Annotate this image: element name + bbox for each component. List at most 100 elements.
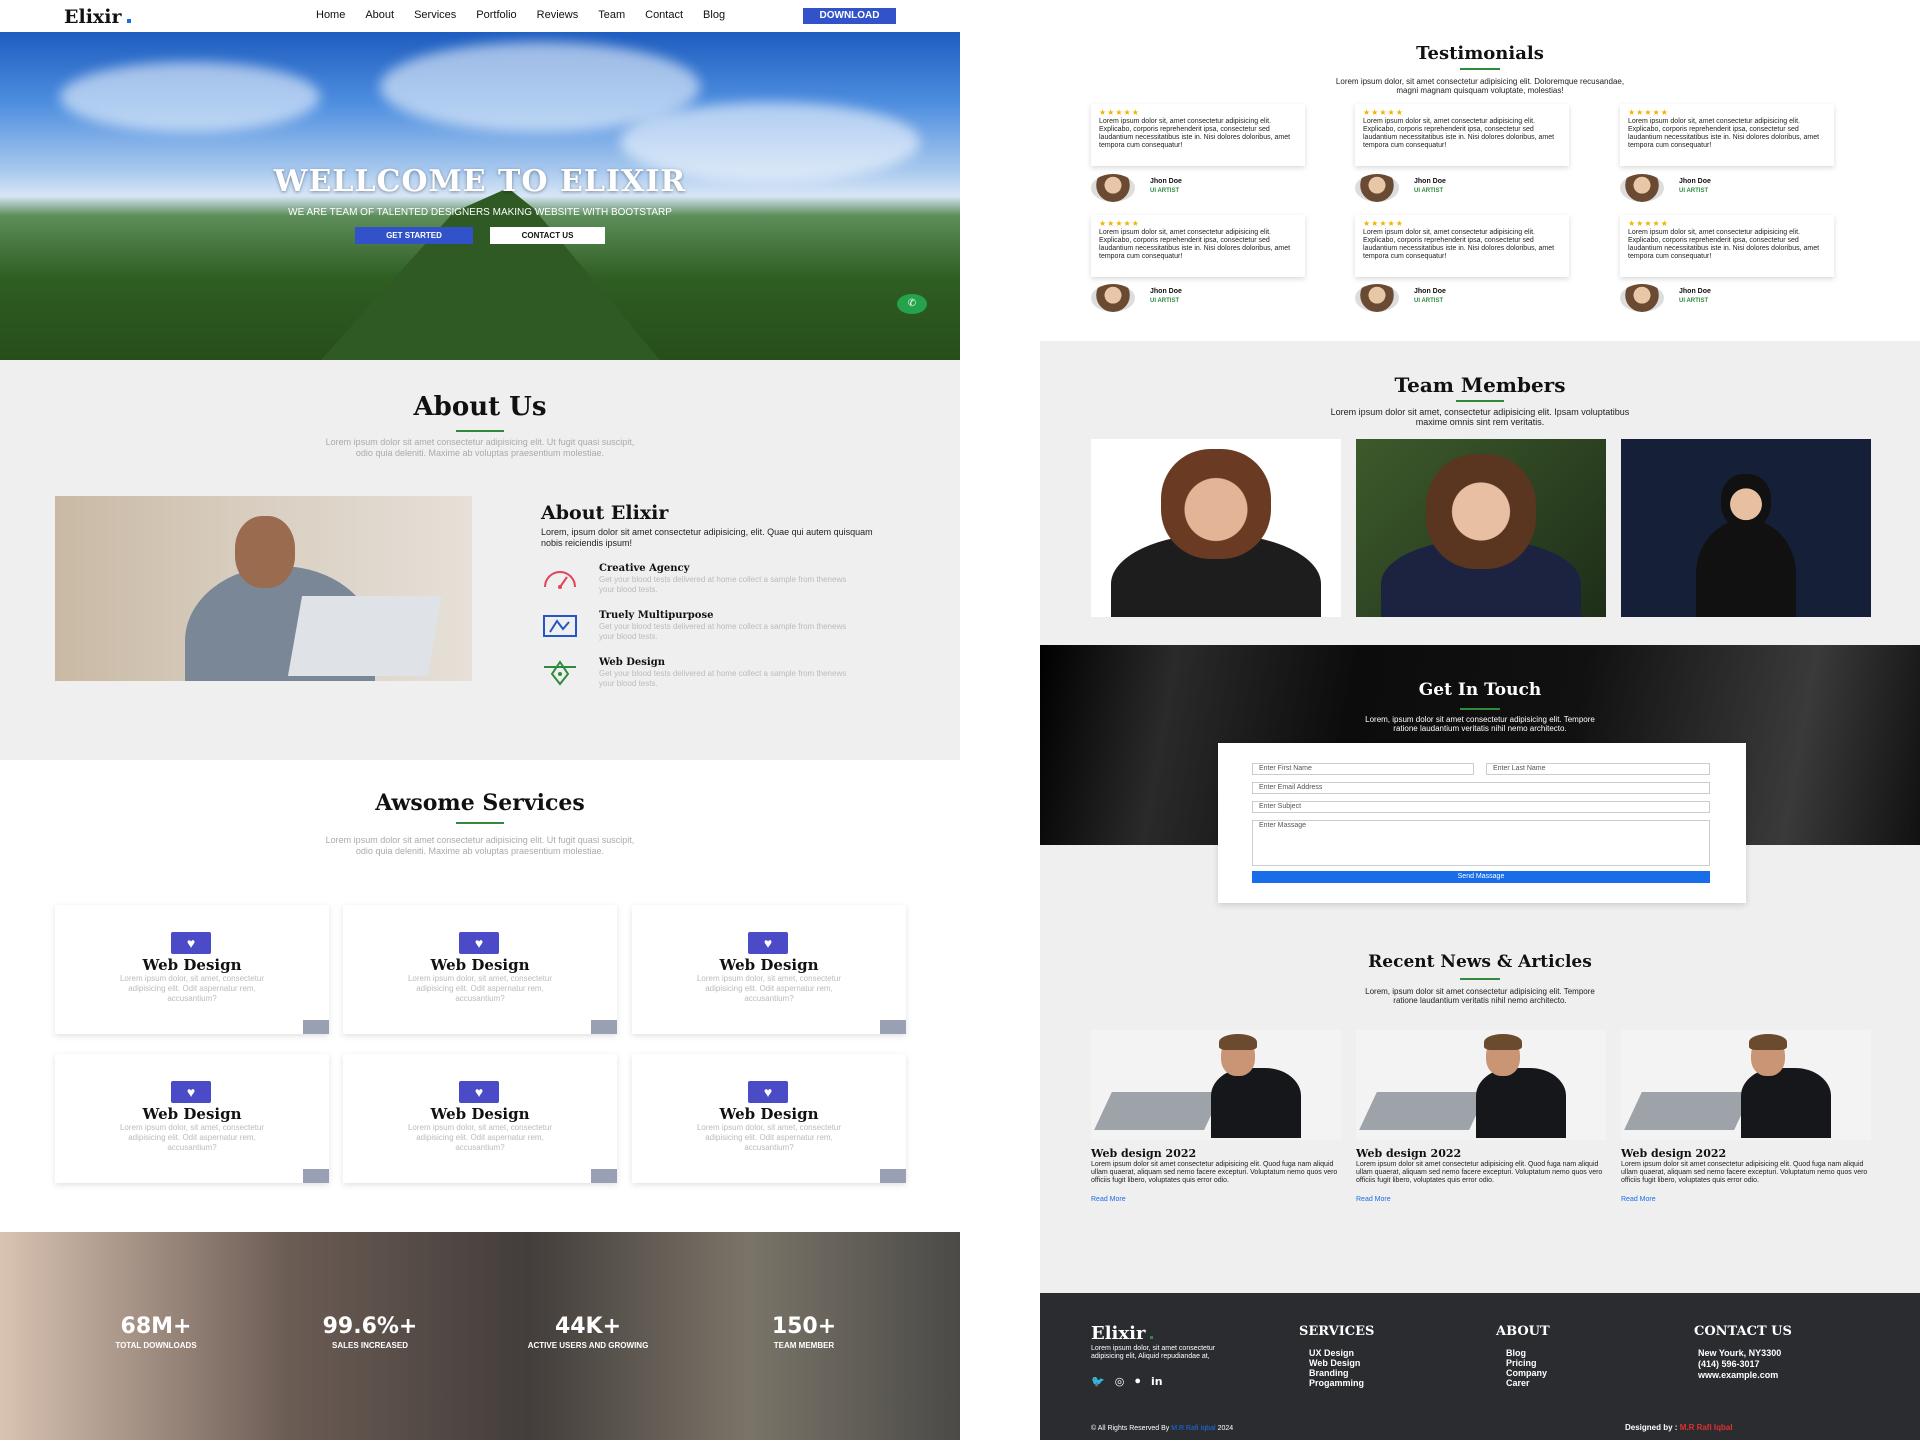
service-card[interactable]: ♥ Web Design Lorem ipsum dolor, sit amet… xyxy=(343,905,617,1034)
news-desc: Lorem, ipsum dolor sit amet consectetur … xyxy=(1365,987,1595,1005)
nav-link-about[interactable]: About xyxy=(365,9,394,21)
team-member-photo[interactable] xyxy=(1621,439,1871,617)
footer-services-heading: SERVICES xyxy=(1299,1324,1375,1339)
read-more-link[interactable]: Read More xyxy=(1621,1196,1656,1203)
footer-link[interactable]: Progamming xyxy=(1309,1378,1364,1388)
service-card[interactable]: ♥ Web Design Lorem ipsum dolor, sit amet… xyxy=(343,1054,617,1183)
feature-desc: Get your blood tests delivered at home c… xyxy=(599,622,847,641)
footer-about-list: Blog Pricing Company Carer xyxy=(1506,1348,1547,1388)
get-started-button[interactable]: GET STARTED xyxy=(355,227,473,244)
service-card[interactable]: ♥ Web Design Lorem ipsum dolor, sit amet… xyxy=(632,1054,906,1183)
nav-link-contact[interactable]: Contact xyxy=(645,9,683,21)
footer-link[interactable]: UX Design xyxy=(1309,1348,1364,1358)
photo-person-head xyxy=(1161,449,1271,559)
instagram-icon[interactable]: ◎ xyxy=(1115,1375,1125,1388)
service-card[interactable]: ♥ Web Design Lorem ipsum dolor, sit amet… xyxy=(55,905,329,1034)
avatar xyxy=(1355,174,1399,202)
feature-item: Web Design Get your blood tests delivere… xyxy=(541,657,881,693)
hero-mountain xyxy=(310,188,670,360)
testimonial-text: Lorem ipsum dolor sit, amet consectetur … xyxy=(1363,118,1555,149)
footer-contact-heading: CONTACT US xyxy=(1694,1324,1792,1339)
photo-person-hair xyxy=(1219,1034,1257,1050)
contact-form: Enter First Name Enter Last Name Enter E… xyxy=(1218,743,1746,903)
designed-by: Designed by : M.R Rafi Iqbal xyxy=(1625,1423,1733,1432)
service-card[interactable]: ♥ Web Design Lorem ipsum dolor, sit amet… xyxy=(55,1054,329,1183)
services-section: Awsome Services Lorem ipsum dolor sit am… xyxy=(0,760,960,1232)
news-title: Recent News & Articles xyxy=(1368,952,1592,972)
last-name-input[interactable]: Enter Last Name xyxy=(1486,763,1710,775)
testimonial-role: UI ARTIST xyxy=(1679,298,1709,304)
read-more-link[interactable]: Read More xyxy=(1356,1196,1391,1203)
card-corner-accent xyxy=(880,1020,906,1034)
stat-value: 99.6%+ xyxy=(322,1314,418,1339)
main-menu: Home About Services Portfolio Reviews Te… xyxy=(316,9,745,21)
copyright-author-link[interactable]: M.R Rafi Iqbal xyxy=(1171,1425,1215,1432)
read-more-link[interactable]: Read More xyxy=(1091,1196,1126,1203)
footer-link[interactable]: Pricing xyxy=(1506,1358,1547,1368)
nav-link-portfolio[interactable]: Portfolio xyxy=(476,9,516,21)
message-textarea[interactable]: Enter Massage xyxy=(1252,820,1710,866)
brand-logo[interactable]: Elixir xyxy=(64,6,132,28)
whatsapp-icon[interactable]: ✆ xyxy=(897,294,927,314)
news-card-title: Web design 2022 xyxy=(1356,1147,1462,1160)
footer-address: New Yourk, NY3300 xyxy=(1698,1348,1782,1358)
feature-desc: Get your blood tests delivered at home c… xyxy=(599,575,847,594)
services-title: Awsome Services xyxy=(375,790,585,816)
designer-link[interactable]: M.R Rafi Iqbal xyxy=(1680,1423,1733,1432)
avatar xyxy=(1091,284,1135,312)
heart-icon: ♥ xyxy=(459,932,499,954)
service-card-desc: Lorem ipsum dolor, sit amet, consectetur… xyxy=(696,1123,842,1152)
subject-input[interactable]: Enter Subject xyxy=(1252,801,1710,813)
github-icon[interactable]: ● xyxy=(1134,1375,1141,1388)
nav-link-team[interactable]: Team xyxy=(598,9,625,21)
hero-title: WELLCOME TO ELIXIR xyxy=(273,164,687,199)
photo-desk xyxy=(55,681,472,700)
nav-link-blog[interactable]: Blog xyxy=(703,9,725,21)
footer-website[interactable]: www.example.com xyxy=(1698,1370,1781,1381)
testimonial-role: UI ARTIST xyxy=(1150,188,1180,194)
title-underline xyxy=(1460,68,1500,70)
footer-link[interactable]: Branding xyxy=(1309,1368,1364,1378)
footer-phone[interactable]: (414) 596-3017 xyxy=(1698,1359,1781,1370)
footer-link[interactable]: Blog xyxy=(1506,1348,1547,1358)
nav-link-home[interactable]: Home xyxy=(316,9,345,21)
card-corner-accent xyxy=(303,1020,329,1034)
service-card-title: Web Design xyxy=(142,1105,242,1123)
twitter-icon[interactable]: 🐦 xyxy=(1091,1375,1105,1388)
testimonial-card: ★★★★★ Lorem ipsum dolor sit, amet consect… xyxy=(1620,215,1834,277)
team-member-photo[interactable] xyxy=(1356,439,1606,617)
photo-person-head xyxy=(1426,454,1536,569)
service-card-desc: Lorem ipsum dolor, sit amet, consectetur… xyxy=(119,974,265,1003)
photo-person-body xyxy=(1211,1068,1301,1138)
contact-us-button[interactable]: CONTACT US xyxy=(490,227,605,244)
title-underline xyxy=(456,430,504,432)
footer-logo[interactable]: Elixir xyxy=(1091,1323,1154,1344)
footer-link[interactable]: Company xyxy=(1506,1368,1547,1378)
send-message-button[interactable]: Send Massage xyxy=(1252,871,1710,883)
service-card[interactable]: ♥ Web Design Lorem ipsum dolor, sit amet… xyxy=(632,905,906,1034)
team-member-photo[interactable] xyxy=(1091,439,1341,617)
heart-icon: ♥ xyxy=(171,932,211,954)
testimonials-section: Testimonials Lorem ipsum dolor, sit amet… xyxy=(1040,8,1920,341)
stat-value: 44K+ xyxy=(554,1314,622,1339)
email-input[interactable]: Enter Email Address xyxy=(1252,782,1710,794)
testimonial-role: UI ARTIST xyxy=(1150,298,1180,304)
nav-link-reviews[interactable]: Reviews xyxy=(537,9,579,21)
photo-person-body xyxy=(1741,1068,1831,1138)
avatar xyxy=(1091,174,1135,202)
feature-item: Creative Agency Get your blood tests del… xyxy=(541,563,881,599)
download-button[interactable]: DOWNLOAD xyxy=(803,8,896,24)
footer-link[interactable]: Carer xyxy=(1506,1378,1547,1388)
testimonial-name: Jhon Doe xyxy=(1150,288,1182,295)
team-desc: Lorem ipsum dolor sit amet, consectetur … xyxy=(1330,407,1630,427)
linkedin-icon[interactable]: in xyxy=(1151,1375,1163,1388)
nav-link-services[interactable]: Services xyxy=(414,9,456,21)
social-links: 🐦 ◎ ● in xyxy=(1091,1375,1163,1388)
feature-item: Truely Multipurpose Get your blood tests… xyxy=(541,610,881,646)
contact-desc: Lorem, ipsum dolor sit amet consectetur … xyxy=(1365,715,1595,733)
first-name-input[interactable]: Enter First Name xyxy=(1252,763,1474,775)
testimonials-title: Testimonials xyxy=(1416,43,1544,64)
footer-link[interactable]: Web Design xyxy=(1309,1358,1364,1368)
stat-value: 150+ xyxy=(771,1314,837,1339)
stat-label: TEAM MEMBER xyxy=(773,1341,835,1350)
